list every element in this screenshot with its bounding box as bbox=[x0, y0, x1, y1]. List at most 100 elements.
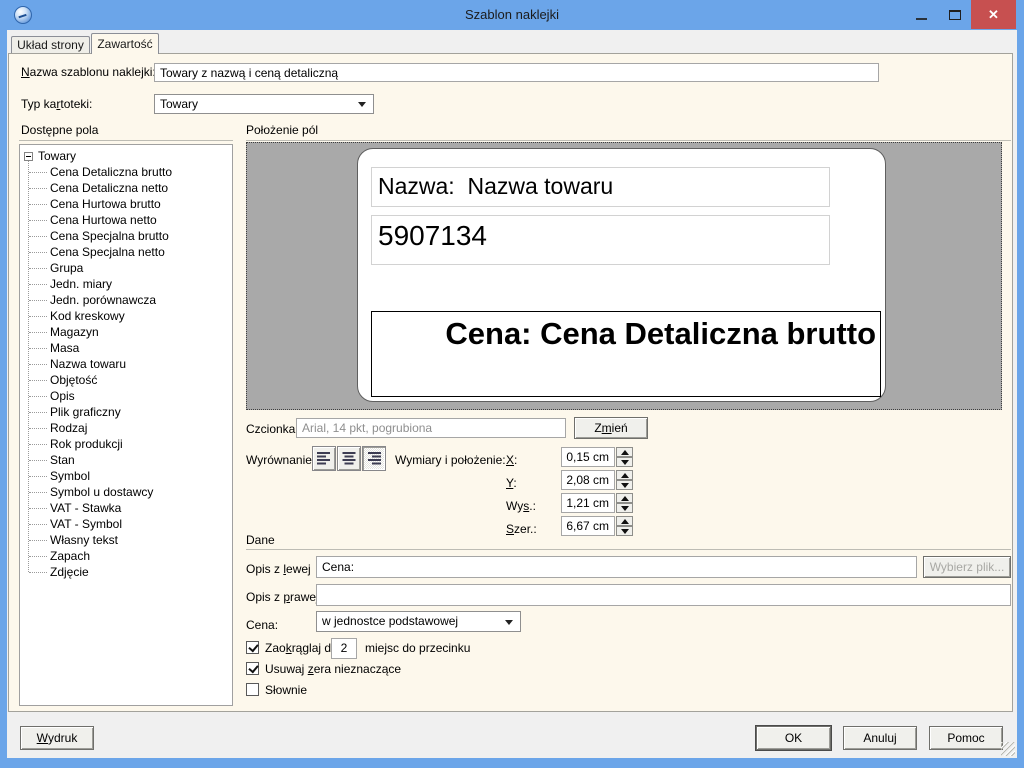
tree-item[interactable]: Nazwa towaru bbox=[20, 356, 232, 372]
align-left-icon bbox=[316, 452, 332, 465]
maximize-icon bbox=[949, 10, 961, 20]
arrow-down-icon bbox=[621, 529, 629, 534]
arrow-up-icon bbox=[621, 473, 629, 478]
tree-item[interactable]: Objętość bbox=[20, 372, 232, 388]
separator bbox=[246, 549, 1011, 550]
available-fields-group-label: Dostępne pola bbox=[21, 123, 98, 138]
tree-item[interactable]: Cena Detaliczna netto bbox=[20, 180, 232, 196]
tab-zawartosc[interactable]: Zawartość bbox=[91, 33, 159, 54]
cancel-button[interactable]: Anuluj bbox=[843, 726, 917, 750]
align-left-button[interactable] bbox=[312, 446, 336, 471]
in-words-label: Słownie bbox=[265, 683, 307, 698]
tab-uklad-strony[interactable]: Układ strony bbox=[11, 36, 90, 53]
tree-item[interactable]: Cena Hurtowa brutto bbox=[20, 196, 232, 212]
tree-item[interactable]: VAT - Stawka bbox=[20, 500, 232, 516]
tree-item[interactable]: Symbol u dostawcy bbox=[20, 484, 232, 500]
template-name-input[interactable]: Towary z nazwą i ceną detaliczną bbox=[154, 63, 879, 82]
spin-up-button[interactable] bbox=[616, 447, 633, 457]
tree-item[interactable]: Opis bbox=[20, 388, 232, 404]
tree-item[interactable]: Jedn. porównawcza bbox=[20, 292, 232, 308]
tree-item[interactable]: Zapach bbox=[20, 548, 232, 564]
help-button[interactable]: Pomoc bbox=[929, 726, 1003, 750]
arrow-down-icon bbox=[621, 483, 629, 488]
card-type-select[interactable]: Towary bbox=[154, 94, 374, 114]
ok-button[interactable]: OK bbox=[756, 726, 831, 750]
tree-item[interactable]: Jedn. miary bbox=[20, 276, 232, 292]
tree-item[interactable]: Plik graficzny bbox=[20, 404, 232, 420]
resize-grip-icon[interactable] bbox=[1001, 742, 1015, 756]
round-checkbox[interactable] bbox=[246, 641, 259, 654]
height-input[interactable]: 1,21 cm bbox=[561, 493, 615, 513]
tree-item[interactable]: VAT - Symbol bbox=[20, 516, 232, 532]
spin-down-button[interactable] bbox=[616, 526, 633, 536]
strip-zeros-checkbox[interactable] bbox=[246, 662, 259, 675]
spin-down-button[interactable] bbox=[616, 457, 633, 467]
align-right-button[interactable] bbox=[362, 446, 386, 471]
left-caption-input[interactable]: Cena: bbox=[316, 556, 917, 578]
tree-item[interactable]: Symbol bbox=[20, 468, 232, 484]
tree-item[interactable]: Cena Hurtowa netto bbox=[20, 212, 232, 228]
width-input[interactable]: 6,67 cm bbox=[561, 516, 615, 536]
window-title: Szablon naklejki bbox=[0, 0, 1024, 30]
tree-item[interactable]: Cena Specjalna brutto bbox=[20, 228, 232, 244]
choose-file-button[interactable]: Wybierz plik... bbox=[923, 556, 1011, 578]
spin-up-button[interactable] bbox=[616, 493, 633, 503]
available-fields-tree[interactable]: Towary Cena Detaliczna bruttoCena Detali… bbox=[19, 144, 233, 706]
x-input[interactable]: 0,15 cm bbox=[561, 447, 615, 467]
chevron-down-icon bbox=[358, 102, 366, 107]
font-label: Czcionka bbox=[246, 422, 295, 437]
chevron-down-icon bbox=[505, 620, 513, 625]
tree-item[interactable]: Stan bbox=[20, 452, 232, 468]
collapse-icon[interactable] bbox=[24, 152, 33, 161]
card-type-label: Typ kartoteki: bbox=[21, 97, 92, 112]
width-label: Szer.: bbox=[506, 522, 537, 537]
height-label: Wys.: bbox=[506, 499, 536, 514]
titlebar[interactable]: Szablon naklejki ✕ bbox=[0, 0, 1024, 30]
maximize-button[interactable] bbox=[939, 0, 971, 29]
spin-down-button[interactable] bbox=[616, 503, 633, 513]
spin-down-button[interactable] bbox=[616, 480, 633, 490]
tree-item[interactable]: Kod kreskowy bbox=[20, 308, 232, 324]
tree-item[interactable]: Magazyn bbox=[20, 324, 232, 340]
tree-item[interactable]: Cena Specjalna netto bbox=[20, 244, 232, 260]
preview-field-price[interactable]: Cena: Cena Detaliczna brutto bbox=[371, 311, 881, 397]
tree-item[interactable]: Grupa bbox=[20, 260, 232, 276]
tree-item[interactable]: Cena Detaliczna brutto bbox=[20, 164, 232, 180]
tree-root-towary[interactable]: Towary bbox=[24, 148, 76, 164]
tree-item[interactable]: Rodzaj bbox=[20, 420, 232, 436]
data-group-label: Dane bbox=[246, 533, 275, 548]
tree-item[interactable]: Własny tekst bbox=[20, 532, 232, 548]
x-label: X: bbox=[506, 453, 517, 468]
change-font-button[interactable]: Zmień bbox=[574, 417, 648, 439]
y-input[interactable]: 2,08 cm bbox=[561, 470, 615, 490]
close-button[interactable]: ✕ bbox=[971, 0, 1016, 29]
separator bbox=[246, 140, 1011, 141]
right-caption-input[interactable] bbox=[316, 584, 1011, 606]
tree-item[interactable]: Rok produkcji bbox=[20, 436, 232, 452]
minimize-button[interactable] bbox=[905, 0, 937, 29]
tree-item[interactable]: Zdjęcie bbox=[20, 564, 232, 580]
round-decimals-input[interactable]: 2 bbox=[331, 638, 357, 659]
round-suffix-label: miejsc do przecinku bbox=[365, 641, 470, 656]
tree-root-label: Towary bbox=[38, 149, 76, 163]
price-mode-select[interactable]: w jednostce podstawowej bbox=[316, 611, 521, 632]
align-center-button[interactable] bbox=[337, 446, 361, 471]
in-words-checkbox[interactable] bbox=[246, 683, 259, 696]
font-value-box: Arial, 14 pkt, pogrubiona bbox=[296, 418, 566, 438]
sticker-outline[interactable]: Nazwa: Nazwa towaru 5907134 Cena: Cena D… bbox=[357, 148, 886, 402]
spin-up-button[interactable] bbox=[616, 516, 633, 526]
alignment-label: Wyrównanie: bbox=[246, 453, 315, 468]
field-position-group-label: Położenie pól bbox=[246, 123, 318, 138]
spin-up-button[interactable] bbox=[616, 470, 633, 480]
y-label: Y: bbox=[506, 476, 517, 491]
preview-field-name[interactable]: Nazwa: Nazwa towaru bbox=[371, 167, 830, 207]
right-caption-label: Opis z prawej: bbox=[246, 590, 322, 605]
card-type-value: Towary bbox=[160, 97, 198, 111]
label-preview-canvas[interactable]: Nazwa: Nazwa towaru 5907134 Cena: Cena D… bbox=[246, 142, 1002, 410]
dialog-window: Szablon naklejki ✕ Układ strony Zawartoś… bbox=[0, 0, 1024, 768]
tree-item[interactable]: Masa bbox=[20, 340, 232, 356]
print-button[interactable]: Wydruk bbox=[20, 726, 94, 750]
left-caption-label: Opis z lewej bbox=[246, 562, 311, 577]
preview-field-barcode[interactable]: 5907134 bbox=[371, 215, 830, 265]
close-icon: ✕ bbox=[988, 7, 999, 23]
